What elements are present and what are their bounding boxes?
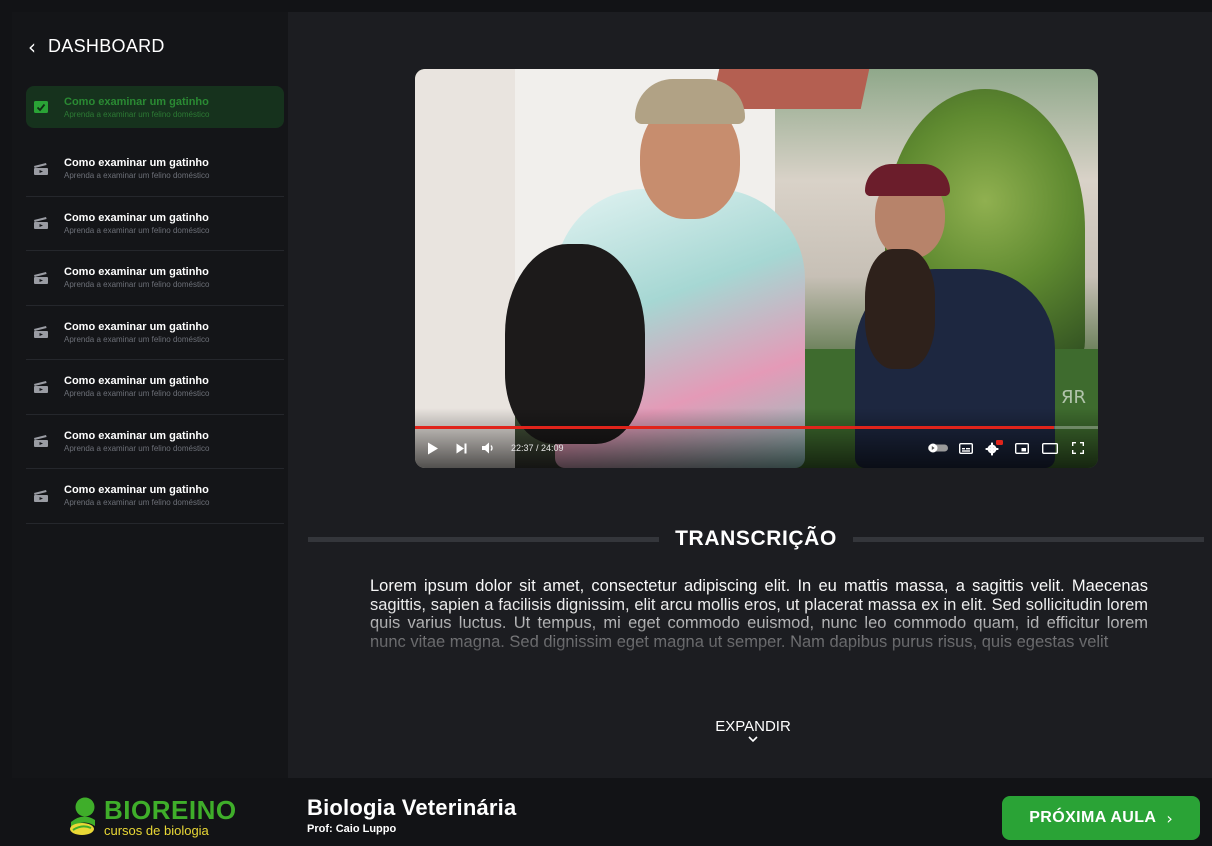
logo-brand-text: BIOREINO	[104, 795, 237, 825]
transcript-text: Lorem ipsum dolor sit amet, consectetur …	[370, 577, 1148, 651]
skip-next-icon	[456, 443, 466, 453]
theater-mode-button[interactable]	[1036, 436, 1064, 460]
clapperboard-icon	[34, 489, 48, 502]
video-time-display: 22:37 / 24:09	[511, 443, 564, 453]
video-player[interactable]: ЯR 22:37 / 24:09	[415, 69, 1098, 468]
mute-button[interactable]	[475, 436, 503, 460]
clapperboard-icon	[34, 271, 48, 284]
miniplayer-icon	[1015, 442, 1029, 454]
miniplayer-button[interactable]	[1008, 436, 1036, 460]
toggle-icon	[928, 443, 948, 453]
divider	[308, 536, 660, 542]
clapperboard-icon	[34, 326, 48, 339]
lesson-item[interactable]: Como examinar um gatinho Aprenda a exami…	[26, 197, 284, 251]
lesson-title: Como examinar um gatinho	[64, 429, 209, 442]
lesson-item[interactable]: Como examinar um gatinho Aprenda a exami…	[26, 306, 284, 360]
transcript-title: TRANSCRIÇÃO	[675, 527, 837, 550]
logo-tagline: cursos de biologia	[104, 823, 209, 838]
course-title: Biologia Veterinária	[307, 795, 517, 820]
fullscreen-icon	[1072, 442, 1084, 454]
back-to-dashboard-link[interactable]: ‹ DASHBOARD	[28, 36, 165, 57]
video-frame-dog	[865, 249, 935, 369]
video-progress-fill	[415, 426, 1055, 429]
lesson-subtitle: Aprenda a examinar um felino doméstico	[64, 389, 210, 399]
lesson-item[interactable]: Como examinar um gatinho Aprenda a exami…	[26, 251, 284, 306]
transcript-header: TRANSCRIÇÃO	[308, 524, 1205, 554]
clapperboard-icon	[34, 162, 48, 175]
divider	[852, 536, 1205, 542]
clapperboard-icon	[34, 217, 48, 230]
autoplay-toggle[interactable]	[924, 436, 952, 460]
subtitles-icon	[959, 442, 973, 454]
course-professor: Prof: Caio Luppo	[307, 823, 397, 835]
lesson-title: Como examinar um gatinho	[64, 484, 209, 497]
lesson-title: Como examinar um gatinho	[64, 375, 209, 388]
next-lesson-button[interactable]: PRÓXIMA AULA ›	[1002, 796, 1200, 840]
back-link-label: DASHBOARD	[48, 36, 165, 56]
gear-icon	[985, 440, 1003, 456]
lesson-subtitle: Aprenda a examinar um felino doméstico	[64, 498, 210, 508]
check-icon	[34, 101, 48, 113]
play-icon	[428, 442, 438, 454]
lesson-subtitle: Aprenda a examinar um felino doméstico	[64, 171, 210, 181]
lesson-item[interactable]: Como examinar um gatinho Aprenda a exami…	[26, 360, 284, 415]
volume-icon	[482, 442, 493, 454]
lesson-item[interactable]: Como examinar um gatinho Aprenda a exami…	[26, 469, 284, 524]
lesson-item[interactable]: Como examinar um gatinho Aprenda a exami…	[26, 415, 284, 469]
lesson-subtitle: Aprenda a examinar um felino doméstico	[64, 109, 210, 119]
video-frame-person	[865, 164, 950, 196]
lesson-title: Como examinar um gatinho	[64, 320, 209, 333]
clapperboard-icon	[34, 380, 48, 393]
bioreino-logo: BIOREINO cursos de biologia	[68, 796, 238, 840]
lesson-subtitle: Aprenda a examinar um felino doméstico	[64, 334, 210, 344]
fullscreen-button[interactable]	[1064, 436, 1092, 460]
footer-bar: BIOREINO cursos de biologia Biologia Vet…	[0, 778, 1212, 846]
chevron-down-icon	[748, 736, 758, 743]
subtitles-button[interactable]	[952, 436, 980, 460]
expand-transcript-button[interactable]: EXPANDIR	[678, 718, 828, 743]
expand-label: EXPANDIR	[715, 718, 791, 735]
settings-button[interactable]	[980, 436, 1008, 460]
lesson-title: Como examinar um gatinho	[64, 266, 209, 279]
chevron-right-icon: ›	[1166, 808, 1173, 828]
next-video-button[interactable]	[447, 436, 475, 460]
channel-watermark: ЯR	[1060, 387, 1086, 408]
video-controls: 22:37 / 24:09	[415, 433, 1098, 463]
clapperboard-icon	[34, 435, 48, 448]
bioreino-logo-mark	[70, 797, 95, 835]
lesson-title: Como examinar um gatinho	[64, 211, 209, 224]
main-content: ЯR 22:37 / 24:09 TRANSCRIÇÃO Lorem ipsum…	[288, 12, 1212, 778]
lesson-item-active[interactable]: Como examinar um gatinho Aprenda a exami…	[26, 86, 284, 128]
video-frame-person	[635, 79, 745, 124]
lesson-list: Como examinar um gatinho Aprenda a exami…	[26, 86, 284, 524]
lesson-subtitle: Aprenda a examinar um felino doméstico	[64, 280, 210, 290]
theater-mode-icon	[1042, 442, 1058, 454]
lesson-title: Como examinar um gatinho	[64, 157, 209, 170]
sidebar: ‹ DASHBOARD Como examinar um gatinho Apr…	[12, 12, 288, 778]
lesson-subtitle: Aprenda a examinar um felino doméstico	[64, 225, 210, 235]
play-button[interactable]	[419, 436, 447, 460]
lesson-item[interactable]: Como examinar um gatinho Aprenda a exami…	[26, 142, 284, 197]
lesson-title: Como examinar um gatinho	[64, 95, 209, 108]
video-progress-bar[interactable]	[415, 426, 1098, 429]
chevron-left-icon: ‹	[28, 34, 36, 59]
lesson-subtitle: Aprenda a examinar um felino doméstico	[64, 443, 210, 453]
next-lesson-label: PRÓXIMA AULA	[1029, 809, 1157, 826]
